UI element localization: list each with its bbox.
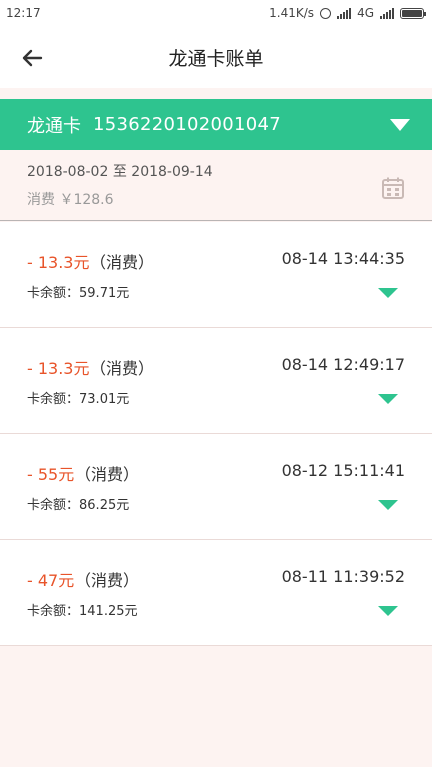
transaction-time: 08-12 15:11:41 [281, 461, 405, 480]
signal-icon-secondary [380, 7, 394, 19]
back-button[interactable] [18, 44, 46, 72]
transaction-amount: - 13.3元 [27, 359, 90, 378]
transaction-time: 08-14 12:49:17 [281, 355, 405, 374]
transaction-item[interactable]: - 13.3元 （消费） 08-14 12:49:17 卡余额：73.01元 [0, 328, 432, 434]
balance-value: 73.01元 [79, 392, 130, 407]
date-range: 2018-08-02 至 2018-09-14 [27, 161, 432, 181]
signal-icon [337, 7, 352, 19]
network-speed: 1.41K/s [269, 6, 315, 20]
expand-triangle-icon[interactable] [378, 288, 398, 298]
total-spend: 消费 ￥128.6 [27, 189, 432, 209]
calendar-icon[interactable] [381, 176, 405, 200]
transaction-balance: 卡余额：73.01元 [27, 388, 129, 407]
transaction-balance: 卡余额：59.71元 [27, 282, 129, 301]
expand-triangle-icon[interactable] [378, 394, 398, 404]
balance-label: 卡余额： [27, 498, 80, 513]
card-number: 1536220102001047 [93, 114, 282, 135]
card-selector[interactable]: 龙通卡 1536220102001047 [0, 99, 432, 150]
balance-label: 卡余额： [27, 286, 80, 301]
expand-triangle-icon[interactable] [378, 606, 398, 616]
page-title: 龙通卡账单 [168, 47, 264, 70]
balance-value: 86.25元 [79, 498, 130, 513]
transaction-amount: - 47元 [27, 571, 75, 590]
date-separator: 至 [112, 164, 127, 180]
balance-label: 卡余额： [27, 392, 80, 407]
balance-label: 卡余额： [27, 604, 80, 619]
date-from: 2018-08-02 [27, 164, 109, 180]
transaction-item[interactable]: - 47元 （消费） 08-11 11:39:52 卡余额：141.25元 [0, 540, 432, 646]
network-type: 4G [357, 6, 374, 20]
status-time: 12:17 [6, 6, 41, 20]
battery-icon [400, 7, 426, 19]
transaction-item[interactable]: - 13.3元 （消费） 08-14 13:44:35 卡余额：59.71元 [0, 222, 432, 328]
transaction-type: （消费） [75, 571, 140, 590]
total-value: ￥128.6 [59, 192, 114, 208]
arrow-left-icon [22, 49, 43, 67]
transaction-amount: - 55元 [27, 465, 75, 484]
triangle-down-icon[interactable] [390, 118, 410, 131]
balance-value: 59.71元 [79, 286, 130, 301]
card-name: 龙通卡 [27, 115, 81, 137]
transaction-type: （消费） [90, 253, 155, 272]
total-label: 消费 [27, 192, 55, 208]
status-bar: 12:17 1.41K/s 4G [0, 0, 432, 26]
status-icons: 1.41K/s 4G [269, 6, 426, 20]
transaction-list: - 13.3元 （消费） 08-14 13:44:35 卡余额：59.71元 -… [0, 222, 432, 646]
bill-summary: 2018-08-02 至 2018-09-14 消费 ￥128.6 [0, 150, 432, 221]
transaction-time: 08-11 11:39:52 [281, 567, 405, 586]
transaction-amount: - 13.3元 [27, 253, 90, 272]
transaction-balance: 卡余额：86.25元 [27, 494, 129, 513]
date-to: 2018-09-14 [131, 164, 213, 180]
transaction-time: 08-14 13:44:35 [281, 249, 405, 268]
balance-value: 141.25元 [79, 604, 138, 619]
transaction-type: （消费） [75, 465, 140, 484]
expand-triangle-icon[interactable] [378, 500, 398, 510]
transaction-item[interactable]: - 55元 （消费） 08-12 15:11:41 卡余额：86.25元 [0, 434, 432, 540]
alarm-icon [320, 7, 332, 19]
transaction-balance: 卡余额：141.25元 [27, 600, 138, 619]
transaction-type: （消费） [90, 359, 155, 378]
app-header: 龙通卡账单 [0, 26, 432, 88]
